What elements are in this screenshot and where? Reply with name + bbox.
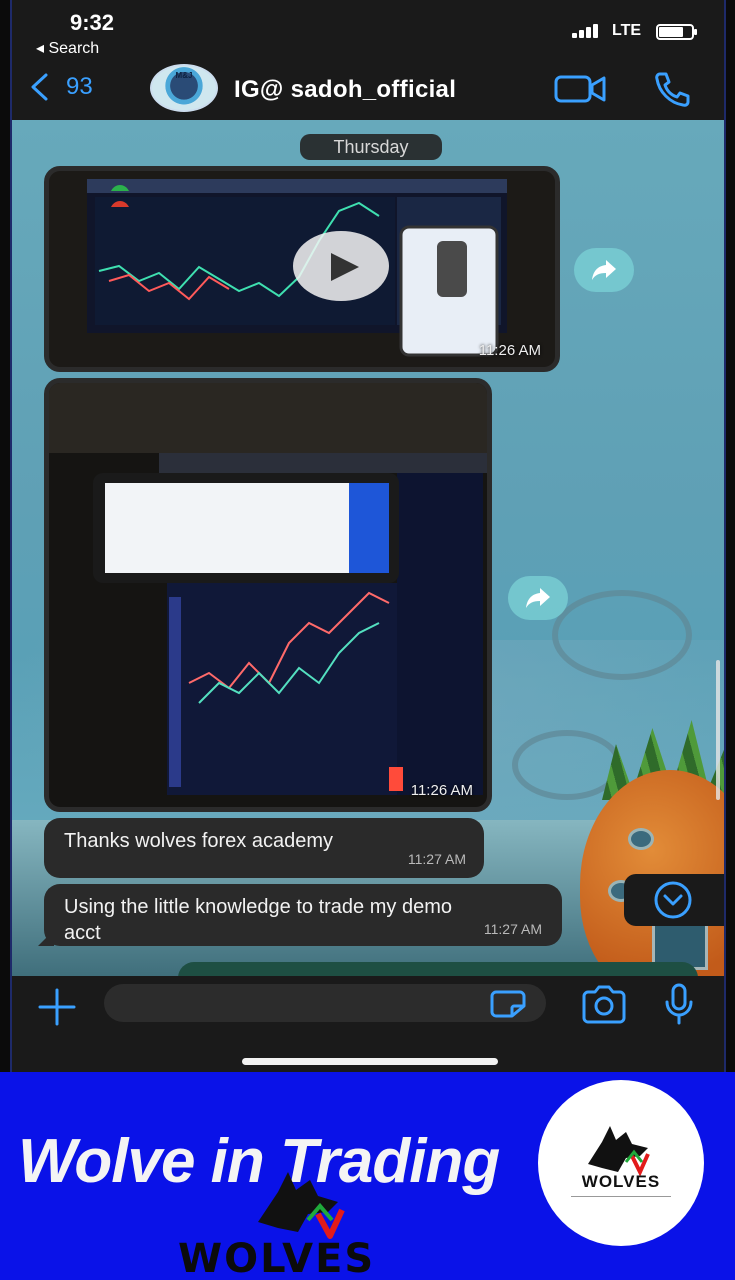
badge-divider	[571, 1196, 671, 1197]
message-composer	[12, 976, 724, 1072]
date-separator: Thursday	[300, 134, 442, 160]
wallpaper-window	[628, 828, 654, 850]
wolves-logo: WOLVES	[170, 1172, 410, 1280]
image-thumbnail	[49, 383, 487, 807]
message-text: Using the little knowledge to trade my d…	[64, 896, 452, 944]
network-type: LTE	[612, 22, 642, 39]
chevron-down-circle-icon	[654, 881, 692, 919]
plus-icon[interactable]	[36, 986, 78, 1028]
phone-call-icon[interactable]	[652, 70, 692, 108]
wolf-icon	[588, 1126, 650, 1176]
video-call-icon[interactable]	[554, 74, 606, 104]
forward-button[interactable]	[508, 576, 568, 620]
status-time: 9:32	[70, 10, 115, 35]
contact-name[interactable]: IG@ sadoh_official	[234, 76, 456, 104]
play-icon	[331, 253, 359, 281]
chat-header: 93 M&J IG@ sadoh_official	[12, 60, 724, 120]
image-message[interactable]: 11:26 AM	[44, 378, 492, 812]
outgoing-message-partial[interactable]	[178, 962, 698, 976]
battery-level-fill	[659, 27, 683, 37]
wolf-icon	[258, 1172, 345, 1239]
wolves-logo-text: WOLVES	[178, 1236, 376, 1280]
chevron-left-icon	[31, 73, 48, 101]
battery-icon	[656, 24, 697, 40]
incoming-message[interactable]: Thanks wolves forex academy 11:27 AM	[44, 818, 484, 878]
badge-text: WOLVES	[581, 1172, 661, 1191]
home-indicator[interactable]	[242, 1058, 498, 1065]
phone-screen: 9:32 ◂ Search LTE 93 M&J IG@ sadoh_offic…	[10, 0, 726, 1072]
promo-banner: Wolve in Trading WOLVES WOLVES	[0, 1072, 735, 1280]
wolves-badge: WOLVES	[538, 1080, 704, 1246]
wallpaper-coral	[552, 590, 692, 680]
signal-strength-icon	[572, 24, 606, 38]
message-timestamp: 11:26 AM	[478, 342, 541, 359]
status-bar: 9:32 ◂ Search LTE	[12, 0, 724, 60]
play-button[interactable]	[293, 231, 389, 301]
video-message[interactable]: 11:26 AM	[44, 166, 560, 372]
chat-scrollbar[interactable]	[716, 660, 720, 800]
back-to-search-link[interactable]: ◂ Search	[36, 38, 99, 58]
forward-icon	[526, 588, 550, 608]
camera-icon[interactable]	[580, 984, 628, 1024]
message-timestamp: 11:27 AM	[483, 921, 542, 937]
forward-button[interactable]	[574, 248, 634, 292]
microphone-icon[interactable]	[662, 982, 696, 1026]
chat-area[interactable]: Thursday 11:26 AM 11:26 AM Thanks wolves…	[12, 120, 724, 976]
message-timestamp: 11:27 AM	[407, 851, 466, 867]
scroll-to-bottom-button[interactable]	[624, 874, 724, 926]
back-button[interactable]: 93	[28, 72, 93, 102]
sticker-icon[interactable]	[490, 990, 526, 1018]
forward-icon	[592, 260, 616, 280]
message-timestamp: 11:26 AM	[410, 782, 473, 799]
unread-count: 93	[66, 73, 93, 100]
message-text: Thanks wolves forex academy	[64, 830, 334, 852]
message-input[interactable]	[104, 984, 546, 1022]
contact-avatar[interactable]: M&J	[150, 64, 218, 112]
avatar-label: M&J	[175, 71, 193, 80]
incoming-message[interactable]: Using the little knowledge to trade my d…	[38, 884, 562, 946]
